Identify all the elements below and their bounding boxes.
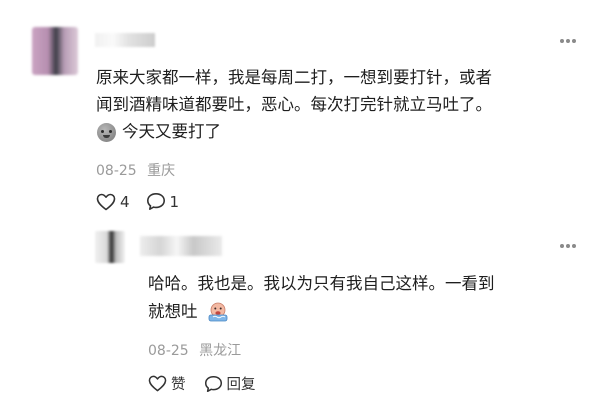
reply-button[interactable]: 1 <box>146 192 180 211</box>
comment-thread: 原来大家都一样，我是每周二打，一想到要打针，或者 闻到酒精味道都要吐，恶心。每次… <box>0 0 600 407</box>
reply-count: 1 <box>169 192 180 211</box>
reply-text-line-1: 哈哈。我也是。我以为只有我自己这样。一看到 <box>148 274 495 293</box>
reply-location: 黑龙江 <box>199 343 242 359</box>
more-dots-icon[interactable] <box>560 38 576 44</box>
comment-text-line-3: 今天又要打了 <box>122 122 221 141</box>
reply-reply-label: 回复 <box>226 377 256 393</box>
comment-username-blurred[interactable] <box>95 33 155 47</box>
more-dots-icon[interactable] <box>560 243 576 249</box>
comment-actions: 4 1 <box>96 192 179 211</box>
comment-location: 重庆 <box>147 163 176 179</box>
comment-text-line-2: 闻到酒精味道都要吐，恶心。每次打完针就立马吐了。 <box>96 95 492 114</box>
reply-avatar[interactable] <box>95 231 125 263</box>
comment-meta: 08-25 重庆 <box>96 160 175 180</box>
reply-reply-button[interactable]: 回复 <box>204 373 256 394</box>
reply-date: 08-25 <box>148 343 189 359</box>
like-button[interactable]: 4 <box>96 193 130 211</box>
reply-username-blurred[interactable] <box>140 236 222 256</box>
chat-bubble-icon <box>204 375 222 392</box>
comment-date: 08-25 <box>96 163 137 179</box>
reply-meta: 08-25 黑龙江 <box>148 340 241 360</box>
reply-like-label: 赞 <box>171 377 186 393</box>
reply-actions: 赞 回复 <box>148 373 256 394</box>
comment-text: 原来大家都一样，我是每周二打，一想到要打针，或者 闻到酒精味道都要吐，恶心。每次… <box>96 64 586 145</box>
comment-text-line-1: 原来大家都一样，我是每周二打，一想到要打针，或者 <box>96 68 492 87</box>
heart-outline-icon <box>96 193 116 210</box>
sick-face-emoji <box>97 123 116 142</box>
reply-like-button[interactable]: 赞 <box>148 373 186 394</box>
comment-avatar[interactable] <box>32 27 78 75</box>
heart-outline-icon <box>148 375 167 392</box>
vomit-emoji <box>208 302 228 322</box>
chat-bubble-icon <box>146 193 165 210</box>
like-count: 4 <box>120 192 130 211</box>
